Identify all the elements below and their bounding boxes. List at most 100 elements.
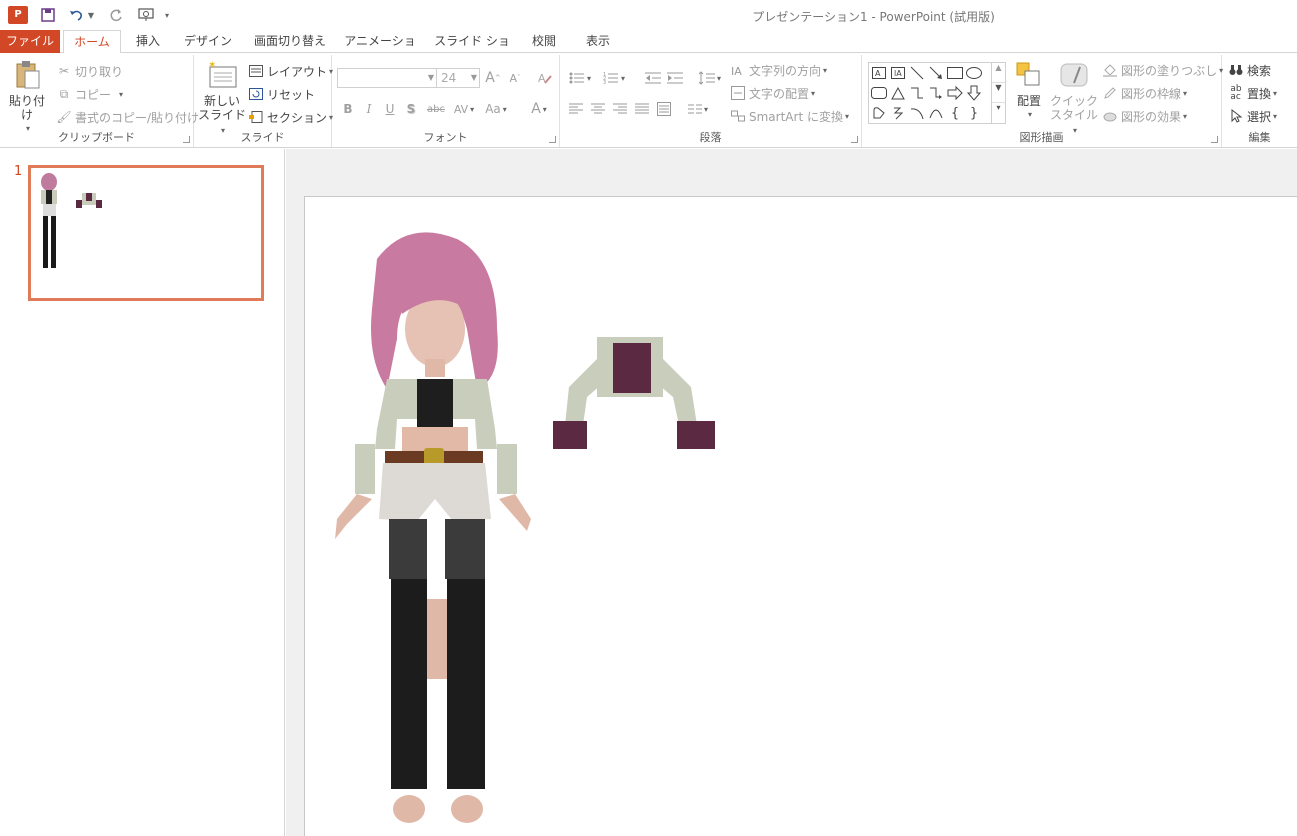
grow-font-button[interactable]: A ^ [483,68,503,88]
right-arrow-shape-icon[interactable] [946,84,964,102]
gallery-scrollbar[interactable]: ▲ ▼ ▾ [991,63,1005,123]
font-name-combo[interactable]: ▼ [337,68,437,88]
align-text-label: 文字の配置 [749,86,810,101]
arrow-line-shape-icon[interactable] [927,64,945,82]
align-right-icon[interactable] [610,99,630,119]
tab-view[interactable]: 表示 [578,30,618,53]
shape-outline-button[interactable]: 図形の枠線 ▾ [1102,83,1187,103]
shape-outline-label: 図形の枠線 [1121,86,1182,101]
justify-icon[interactable] [632,99,652,119]
layout-button[interactable]: レイアウト ▾ [248,61,333,81]
svg-text:✶: ✶ [208,60,216,71]
elbow-arrow-connector-shape-icon[interactable] [927,84,945,102]
rectangle-shape-icon[interactable] [946,64,964,82]
quick-styles-button[interactable]: クイック スタイル▾ [1050,59,1098,138]
slide-canvas[interactable] [304,196,1297,836]
distributed-icon[interactable] [654,99,674,119]
cut-button[interactable]: ✂ 切り取り [56,61,123,81]
oval-shape-icon[interactable] [965,64,983,82]
line-shape-icon[interactable] [908,64,926,82]
font-launcher-icon[interactable] [549,136,556,143]
reset-button[interactable]: リセット [248,84,315,104]
arrange-button[interactable]: 配置 ▾ [1012,59,1046,122]
text-direction-button[interactable]: IA 文字列の方向 ▾ [730,60,827,80]
reset-label: リセット [267,87,316,102]
font-color-button[interactable]: A ▾ [526,99,552,119]
tab-design[interactable]: デザイン [178,30,238,53]
paste-button[interactable]: 貼り付け ▾ [4,59,50,136]
rounded-rect-shape-icon[interactable] [870,84,888,102]
align-center-icon[interactable] [588,99,608,119]
down-arrow-shape-icon[interactable] [965,84,983,102]
shrink-font-label: A [509,71,518,85]
font-size-value: 24 [441,71,457,85]
scribble-shape-icon[interactable] [889,104,907,122]
arc-shape-icon[interactable] [927,104,945,122]
elbow-connector-shape-icon[interactable] [908,84,926,102]
textbox-shape-icon[interactable]: A [870,64,888,82]
left-brace-shape-icon[interactable]: { [946,104,964,122]
change-case-label: Aa [485,102,501,116]
reset-icon [248,86,264,102]
line-spacing-icon[interactable]: ▾ [696,68,724,88]
svg-text:A: A [875,69,881,78]
tab-transitions[interactable]: 画面切り替え [248,30,332,53]
align-left-icon[interactable] [566,99,586,119]
tab-animations[interactable]: アニメーション [342,30,418,70]
find-button[interactable]: 検索 [1228,60,1271,80]
scissors-icon: ✂ [58,64,70,78]
arrange-icon [1016,62,1040,86]
underline-button[interactable]: U [380,99,400,119]
gallery-scroll-up-icon[interactable]: ▲ [992,63,1005,83]
tab-home[interactable]: ホーム [63,30,121,54]
change-case-button[interactable]: Aa ▾ [482,99,510,119]
title-bar: P ▼ ▾ プレゼンテーション1 - PowerPoint (試用版) [0,0,1297,30]
columns-icon[interactable]: ▾ [684,99,712,119]
align-text-button[interactable]: 文字の配置 ▾ [730,83,815,103]
slide-thumbnail[interactable] [28,165,264,301]
clear-formatting-icon[interactable]: A [535,68,555,88]
gallery-more-icon[interactable]: ▾ [992,103,1005,121]
shape-fill-button[interactable]: 図形の塗りつぶし ▾ [1102,60,1223,80]
shapes-gallery[interactable]: A lA { } ▲ ▼ ▾ [868,62,1006,124]
bullets-icon[interactable]: ▾ [566,68,594,88]
strikethrough-button[interactable]: abc [424,99,448,119]
select-button[interactable]: 選択 ▾ [1228,106,1277,126]
tab-review[interactable]: 校閲 [524,30,564,53]
text-direction-icon: IA [730,62,746,78]
tab-file[interactable]: ファイル [0,30,60,53]
numbering-icon[interactable]: 1 2 3 ▾ [600,68,628,88]
paragraph-launcher-icon[interactable] [851,136,858,143]
clipboard-launcher-icon[interactable] [183,136,190,143]
section-button[interactable]: セクション ▾ [248,107,333,127]
decrease-indent-icon[interactable] [643,68,663,88]
gallery-scroll-down-icon[interactable]: ▼ [992,83,1005,103]
tab-slideshow[interactable]: スライド ショー [430,30,514,70]
shrink-font-button[interactable]: Aˇ [505,68,525,88]
drawing-launcher-icon[interactable] [1211,136,1218,143]
smartart-button[interactable]: SmartArt に変換 ▾ [730,106,849,126]
freeform-shape-icon[interactable] [870,104,888,122]
tab-insert[interactable]: 挿入 [128,30,168,53]
character-image[interactable] [317,219,537,831]
italic-button[interactable]: I [359,99,379,119]
curve-shape-icon[interactable] [908,104,926,122]
find-label: 検索 [1247,63,1272,78]
font-size-combo[interactable]: 24 ▼ [436,68,480,88]
bold-button[interactable]: B [338,99,358,119]
shape-effects-button[interactable]: 図形の効果 ▾ [1102,106,1187,126]
format-painter-button[interactable]: 🖌 書式のコピー/貼り付け [56,107,199,127]
jacket-image[interactable] [551,329,719,455]
select-label: 選択 [1247,109,1272,124]
triangle-shape-icon[interactable] [889,84,907,102]
right-brace-shape-icon[interactable]: } [965,104,983,122]
char-spacing-button[interactable]: AV ▾ [450,99,478,119]
group-editing: 検索 ab ac 置換 ▾ 選択 ▾ 編集 [1222,55,1297,147]
arrange-label: 配置 [1016,94,1041,108]
vertical-textbox-shape-icon[interactable]: lA [889,64,907,82]
replace-button[interactable]: ab ac 置換 ▾ [1228,83,1277,103]
shadow-button[interactable]: S [401,99,421,119]
increase-indent-icon[interactable] [665,68,685,88]
copy-button[interactable]: ⧉ コピー ▾ [56,84,123,104]
new-slide-button[interactable]: ✶ 新しい スライド▾ [198,59,246,138]
